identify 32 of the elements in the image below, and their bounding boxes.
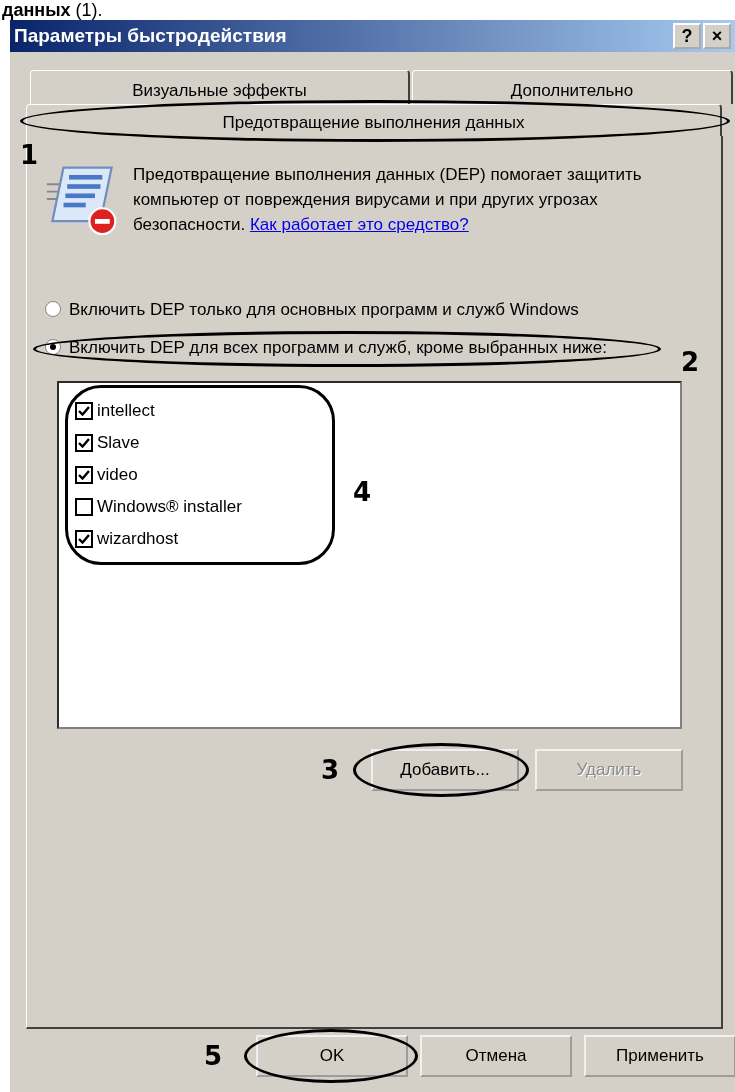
program-name[interactable]: video: [97, 465, 138, 485]
tab[interactable]: Визуальные эффекты: [30, 70, 410, 104]
tab[interactable]: Предотвращение выполнения данных: [26, 104, 722, 136]
description-text: Предотвращение выполнения данных (DEP) помогает защитить компьютер от повреждения вирусами и при других угрозах безопасности. Как работает это средство?: [133, 164, 643, 236]
radio-button[interactable]: [45, 339, 61, 355]
list-button[interactable]: Добавить...: [371, 749, 519, 791]
checkbox[interactable]: [75, 466, 93, 484]
callout-number: 1: [20, 142, 39, 168]
caption-text: данных (1).: [1, 0, 104, 20]
help-link[interactable]: Как работает это средство?: [249, 215, 469, 234]
callout-number: 3: [321, 757, 340, 783]
program-name[interactable]: wizardhost: [97, 529, 179, 549]
checkbox[interactable]: [75, 498, 93, 516]
program-name[interactable]: intellect: [97, 401, 155, 421]
radio-button[interactable]: [45, 301, 61, 317]
radio-label[interactable]: Включить DEP только для основных программ и служб Windows: [69, 297, 629, 323]
help-button[interactable]: ?: [673, 23, 701, 49]
tab[interactable]: Дополнительно: [412, 70, 733, 104]
callout-number: 5: [204, 1043, 223, 1069]
checkbox[interactable]: [75, 530, 93, 548]
dialog-button[interactable]: OK: [256, 1035, 408, 1077]
checkbox[interactable]: [75, 402, 93, 420]
close-button[interactable]: ×: [703, 23, 731, 49]
checkbox[interactable]: [75, 434, 93, 452]
callout-number: 2: [680, 349, 699, 375]
radio-label[interactable]: Включить DEP для всех программ и служб, кроме выбранных ниже:: [69, 335, 629, 361]
program-name[interactable]: Windows® installer: [97, 497, 242, 517]
window-title: Параметры быстродействия: [14, 25, 287, 47]
callout-number: 4: [352, 479, 371, 505]
dialog-button[interactable]: Отмена: [420, 1035, 572, 1077]
dialog-button[interactable]: Применить: [584, 1035, 735, 1077]
program-name[interactable]: Slave: [97, 433, 140, 453]
